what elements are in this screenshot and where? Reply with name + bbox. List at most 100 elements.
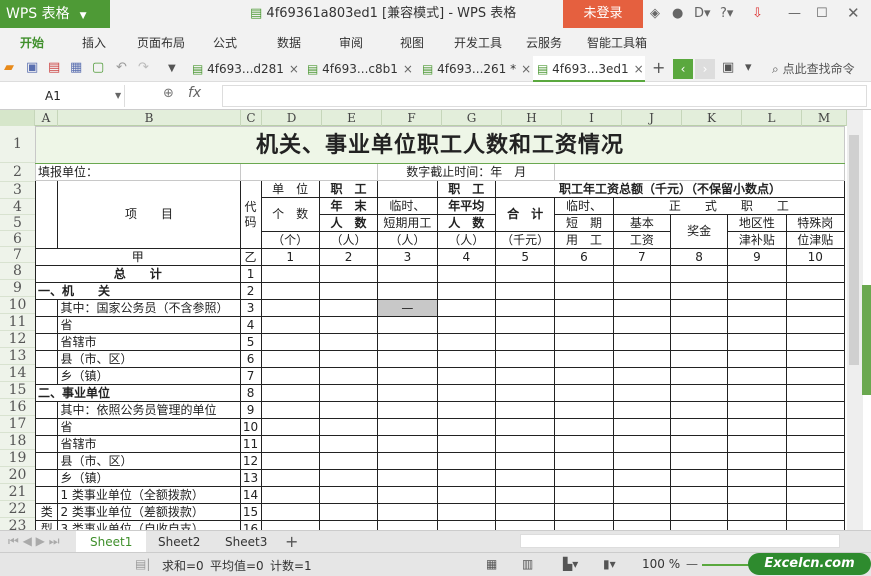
menu-developer[interactable]: 开发工具 bbox=[454, 28, 502, 56]
header-f-unit[interactable]: （人） bbox=[377, 231, 438, 249]
help-icon[interactable]: ?▾ bbox=[720, 6, 733, 21]
row-code[interactable]: 5 bbox=[239, 333, 262, 351]
save-icon[interactable]: ▣ bbox=[26, 60, 38, 75]
data-cell[interactable] bbox=[318, 401, 379, 419]
close-tab-icon[interactable]: × bbox=[634, 62, 644, 76]
row-category[interactable] bbox=[35, 418, 59, 436]
reading-mode-icon[interactable]: ▙▾ bbox=[563, 557, 578, 571]
header-col-number[interactable]: 10 bbox=[785, 248, 845, 266]
header-g-2[interactable]: 年平均 bbox=[436, 197, 496, 215]
data-cell[interactable] bbox=[669, 282, 729, 300]
wps-app-menu-button[interactable]: WPS 表格 ▼ bbox=[0, 0, 110, 28]
data-cell[interactable] bbox=[669, 486, 729, 504]
row-header[interactable]: 16 bbox=[0, 399, 35, 416]
data-cell[interactable] bbox=[727, 452, 787, 470]
data-cell[interactable] bbox=[260, 367, 320, 385]
data-cell[interactable] bbox=[669, 316, 729, 334]
spreadsheet-grid[interactable]: 机关、事业单位职工人数和工资情况 填报单位： 数字截止时间：年 月 项 目 代 码… bbox=[35, 126, 845, 530]
data-cell[interactable] bbox=[494, 503, 556, 521]
header-col-number[interactable]: 2 bbox=[318, 248, 379, 266]
select-all-corner[interactable] bbox=[0, 110, 35, 126]
row-header[interactable]: 19 bbox=[0, 450, 35, 467]
data-cell[interactable] bbox=[669, 503, 729, 521]
header-col-number[interactable]: 5 bbox=[494, 248, 556, 266]
data-cell[interactable] bbox=[377, 469, 438, 487]
header-special[interactable]: 特殊岗 bbox=[785, 214, 845, 232]
data-cell[interactable] bbox=[377, 452, 438, 470]
window-mode-icon[interactable]: ▣ bbox=[722, 60, 734, 75]
column-header[interactable]: D bbox=[262, 110, 322, 126]
data-cell[interactable] bbox=[494, 299, 556, 317]
row-header[interactable]: 21 bbox=[0, 484, 35, 501]
row-item-label[interactable]: 省辖市 bbox=[57, 333, 241, 351]
more-dropdown-icon[interactable]: ▼ bbox=[168, 63, 176, 74]
header-i-1[interactable]: 临时、 bbox=[554, 197, 614, 215]
page-break-view-icon[interactable]: ▥ bbox=[522, 557, 533, 571]
column-header[interactable]: E bbox=[322, 110, 382, 126]
eye-protection-icon[interactable]: ▮▾ bbox=[603, 557, 616, 571]
data-cell[interactable] bbox=[260, 503, 320, 521]
header-staff-average[interactable]: 职 工 bbox=[436, 180, 496, 198]
header-total-wage[interactable]: 职工年工资总额（千元）（不保留小数点） bbox=[494, 180, 845, 198]
data-cell[interactable] bbox=[318, 384, 379, 402]
data-cell[interactable] bbox=[785, 333, 845, 351]
data-cell[interactable] bbox=[494, 469, 556, 487]
row-code[interactable]: 13 bbox=[239, 469, 262, 487]
column-header[interactable]: L bbox=[742, 110, 802, 126]
doc-tab-active[interactable]: ▤ 4f693...3ed1 × bbox=[533, 56, 645, 82]
row-item-label[interactable]: 2 类事业单位（差额拨款） bbox=[57, 503, 241, 521]
name-box[interactable]: A1 ▼ bbox=[0, 85, 125, 107]
row-item-label[interactable]: 县（市、区） bbox=[57, 350, 241, 368]
data-cell[interactable] bbox=[318, 435, 379, 453]
data-cell[interactable] bbox=[260, 486, 320, 504]
row-item-label[interactable]: 一、机 关 bbox=[35, 282, 241, 300]
data-cell[interactable] bbox=[785, 316, 845, 334]
data-cell[interactable] bbox=[554, 282, 614, 300]
data-cell[interactable] bbox=[494, 282, 556, 300]
column-header[interactable]: K bbox=[682, 110, 742, 126]
data-cell[interactable] bbox=[494, 384, 556, 402]
data-cell[interactable] bbox=[785, 265, 845, 283]
data-cell[interactable] bbox=[377, 486, 438, 504]
settings-icon[interactable]: ● bbox=[672, 6, 683, 21]
row-header[interactable]: 7 bbox=[0, 247, 35, 263]
data-cell[interactable] bbox=[612, 299, 671, 317]
data-cell[interactable] bbox=[554, 333, 614, 351]
data-cell[interactable] bbox=[494, 452, 556, 470]
data-cell[interactable] bbox=[377, 435, 438, 453]
row-category[interactable]: 类 bbox=[35, 503, 59, 521]
row-code[interactable]: 8 bbox=[239, 384, 262, 402]
data-cell[interactable] bbox=[554, 452, 614, 470]
data-cell[interactable] bbox=[785, 503, 845, 521]
header-h-unit[interactable]: （千元） bbox=[494, 231, 556, 249]
data-cell[interactable] bbox=[612, 350, 671, 368]
row-item-label[interactable]: 总 计 bbox=[35, 265, 241, 283]
data-cell[interactable] bbox=[727, 435, 787, 453]
data-cell[interactable] bbox=[727, 265, 787, 283]
header-g-3[interactable]: 人 数 bbox=[436, 214, 496, 232]
data-cell[interactable] bbox=[377, 316, 438, 334]
row-code[interactable]: 10 bbox=[239, 418, 262, 436]
data-cell[interactable] bbox=[554, 384, 614, 402]
data-cell[interactable] bbox=[785, 435, 845, 453]
data-cell[interactable] bbox=[436, 469, 496, 487]
row-header[interactable]: 17 bbox=[0, 416, 35, 433]
data-cell[interactable] bbox=[554, 367, 614, 385]
data-cell[interactable] bbox=[669, 265, 729, 283]
data-cell[interactable] bbox=[377, 367, 438, 385]
data-cell[interactable] bbox=[436, 282, 496, 300]
row-code[interactable]: 16 bbox=[239, 520, 262, 530]
column-header[interactable]: I bbox=[562, 110, 622, 126]
header-formal-staff[interactable]: 正 式 职 工 bbox=[612, 197, 845, 215]
header-item[interactable]: 项 目 bbox=[57, 180, 241, 249]
row-category[interactable] bbox=[35, 452, 59, 470]
column-header[interactable]: F bbox=[382, 110, 442, 126]
row-header[interactable]: 18 bbox=[0, 433, 35, 450]
data-cell[interactable] bbox=[260, 520, 320, 530]
row-category[interactable] bbox=[35, 333, 59, 351]
header-basic-wage[interactable]: 基本 bbox=[612, 214, 671, 232]
data-cell[interactable] bbox=[436, 418, 496, 436]
data-cell[interactable] bbox=[436, 299, 496, 317]
data-cell[interactable] bbox=[377, 503, 438, 521]
data-cell[interactable] bbox=[318, 452, 379, 470]
